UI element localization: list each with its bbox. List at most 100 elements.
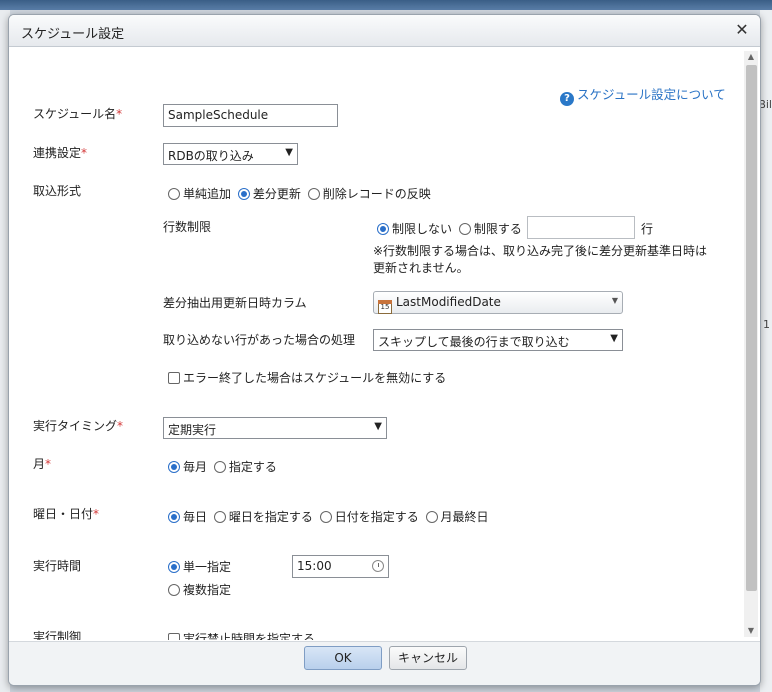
import-format-option-append[interactable]: 単純追加	[168, 187, 231, 201]
dialog-titlebar: スケジュール設定 ✕	[9, 15, 760, 47]
row-limit-note-line2: 更新されません。	[373, 261, 469, 275]
checkbox-label: エラー終了した場合はスケジュールを無効にする	[183, 371, 447, 385]
integration-label: 連携設定*	[33, 144, 87, 161]
checkbox-icon	[168, 372, 180, 384]
chevron-down-icon: ▼	[374, 421, 382, 432]
integration-select-value: RDBの取り込み	[168, 149, 254, 163]
scrollbar-thumb[interactable]	[746, 65, 757, 591]
background-app-header	[0, 0, 772, 10]
radio-icon	[307, 188, 320, 200]
exec-time-option-single[interactable]: 単一指定	[168, 558, 231, 575]
integration-label-text: 連携設定	[33, 146, 82, 160]
unimportable-select-value: スキップして最後の行まで取り込む	[378, 335, 570, 349]
radio-selected-icon	[377, 223, 389, 235]
radio-selected-icon	[168, 461, 180, 473]
option-label: 月最終日	[440, 510, 489, 524]
radio-icon	[425, 511, 438, 523]
exec-time-input[interactable]: 15:00	[292, 555, 389, 578]
help-link[interactable]: ? スケジュール設定について	[560, 84, 726, 106]
month-label: 月*	[33, 455, 51, 472]
diff-column-select[interactable]: 15 LastModifiedDate ▼	[373, 291, 623, 314]
import-format-label: 取込形式	[33, 184, 82, 198]
row-limit-option-limit[interactable]: 制限する	[458, 222, 522, 236]
row-limit-option-none[interactable]: 制限しない	[377, 222, 452, 236]
checkbox-icon	[168, 633, 180, 640]
row-limit-note-line1: ※行数制限する場合は、取り込み完了後に差分更新基準日時は	[373, 244, 708, 258]
timing-select[interactable]: 定期実行 ▼	[163, 417, 387, 439]
dow-option-weekday[interactable]: 曜日を指定する	[213, 510, 313, 524]
required-mark: *	[81, 146, 88, 160]
option-label: 単純追加	[183, 187, 232, 201]
required-mark: *	[116, 107, 123, 121]
row-limit-options: 制限しない 制限する	[377, 220, 522, 237]
exec-time-value: 15:00	[297, 559, 332, 573]
option-label: 単一指定	[183, 560, 232, 574]
schedule-settings-dialog: スケジュール設定 ✕ ? スケジュール設定について スケジュール名* Sample…	[8, 14, 761, 686]
option-label: 差分更新	[252, 187, 301, 201]
option-label: 削除レコードの反映	[322, 187, 431, 201]
timing-label: 実行タイミング*	[33, 417, 123, 434]
exec-time-option-multiple[interactable]: 複数指定	[168, 581, 231, 598]
import-format-option-delete[interactable]: 削除レコードの反映	[307, 187, 431, 201]
radio-selected-icon	[168, 511, 180, 523]
help-icon: ?	[560, 92, 574, 106]
month-label-text: 月	[33, 457, 46, 471]
dow-option-month-end[interactable]: 月最終日	[425, 510, 489, 524]
option-label: 複数指定	[183, 583, 232, 597]
dow-option-daily[interactable]: 毎日	[168, 510, 207, 524]
import-format-options: 単純追加 差分更新 削除レコードの反映	[168, 185, 431, 202]
option-label: 日付を指定する	[334, 510, 419, 524]
row-limit-input[interactable]	[527, 216, 635, 239]
exec-control-label: 実行制御	[33, 630, 82, 640]
option-label: 曜日を指定する	[228, 510, 313, 524]
vertical-scrollbar[interactable]: ▲ ▼	[744, 51, 758, 637]
row-limit-unit: 行	[641, 222, 654, 236]
radio-icon	[213, 511, 226, 523]
radio-selected-icon	[237, 188, 250, 200]
diff-column-label: 差分抽出用更新日時カラム	[163, 296, 307, 310]
clock-icon[interactable]	[372, 560, 384, 572]
exec-control-checkbox[interactable]: 実行禁止時間を指定する	[168, 630, 315, 640]
dialog-content: ? スケジュール設定について スケジュール名* SampleSchedule 連携…	[9, 48, 743, 640]
checkbox-label: 実行禁止時間を指定する	[183, 632, 316, 640]
disable-on-error-checkbox[interactable]: エラー終了した場合はスケジュールを無効にする	[168, 369, 446, 386]
exec-time-label: 実行時間	[33, 559, 82, 573]
scroll-up-icon[interactable]: ▲	[744, 51, 758, 63]
option-label: 制限しない	[392, 222, 453, 236]
background-fragment: 1	[763, 318, 770, 331]
schedule-name-input[interactable]: SampleSchedule	[163, 104, 338, 127]
schedule-name-label: スケジュール名*	[33, 105, 122, 122]
diff-column-select-value: LastModifiedDate	[396, 295, 501, 309]
ok-button[interactable]: OK	[304, 646, 382, 670]
help-link-label: スケジュール設定について	[577, 87, 726, 102]
dialog-footer: OK キャンセル	[9, 641, 760, 685]
radio-icon	[168, 188, 180, 200]
option-label: 制限する	[473, 222, 522, 236]
option-label: 毎日	[183, 510, 208, 524]
timing-select-value: 定期実行	[168, 423, 217, 437]
unimportable-label: 取り込めない行があった場合の処理	[163, 333, 356, 347]
radio-icon	[458, 223, 471, 235]
radio-icon	[213, 461, 226, 473]
row-limit-label: 行数制限	[163, 220, 212, 234]
dow-label: 曜日・日付*	[33, 505, 99, 522]
timing-label-text: 実行タイミング	[33, 419, 118, 433]
month-option-every[interactable]: 毎月	[168, 460, 207, 474]
calendar-icon: 15	[378, 300, 392, 314]
radio-selected-icon	[168, 561, 180, 573]
schedule-name-label-text: スケジュール名	[33, 107, 117, 121]
scroll-down-icon[interactable]: ▼	[744, 625, 758, 637]
dow-option-date[interactable]: 日付を指定する	[319, 510, 419, 524]
cancel-button[interactable]: キャンセル	[389, 646, 467, 670]
unimportable-select[interactable]: スキップして最後の行まで取り込む ▼	[373, 329, 623, 351]
month-options: 毎月 指定する	[168, 458, 277, 475]
month-option-specify[interactable]: 指定する	[213, 460, 277, 474]
import-format-option-diff[interactable]: 差分更新	[237, 187, 301, 201]
radio-icon	[319, 511, 332, 523]
integration-select[interactable]: RDBの取り込み ▼	[163, 143, 298, 165]
option-label: 指定する	[228, 460, 277, 474]
required-mark: *	[93, 507, 100, 521]
option-label: 毎月	[183, 460, 208, 474]
required-mark: *	[117, 419, 124, 433]
close-icon[interactable]: ✕	[732, 20, 752, 40]
